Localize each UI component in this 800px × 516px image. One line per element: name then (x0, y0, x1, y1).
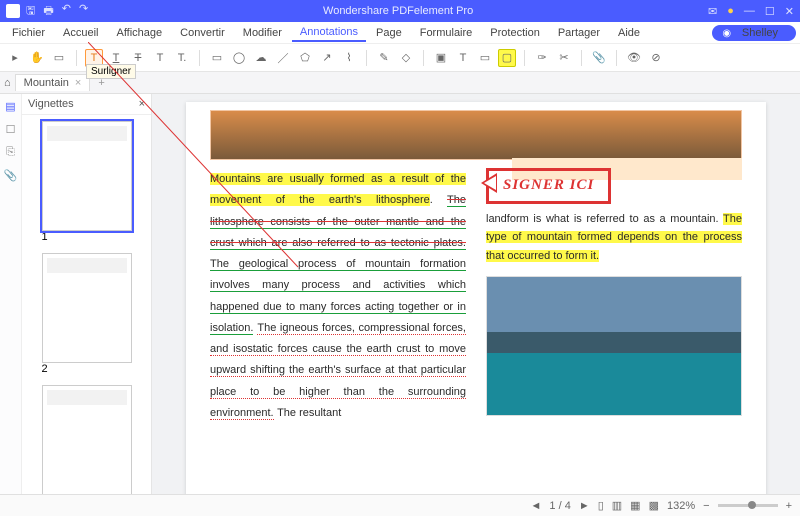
line-shape-icon[interactable]: ／ (274, 49, 292, 67)
menu-accueil[interactable]: Accueil (55, 25, 106, 41)
annotation-toolbar: ▸ ✋ ▭ T T T T T. ▭ ◯ ☁ ／ ⬠ ↗ ⌇ ✎ ◇ ▣ T ▭… (0, 44, 800, 72)
notify-icon[interactable]: ● (727, 5, 734, 18)
app-logo (6, 4, 20, 18)
text-column-left: Mountains are usually formed as a result… (210, 168, 466, 423)
show-comments-icon[interactable]: 👁 (625, 49, 643, 67)
mail-icon[interactable]: ✉ (708, 5, 717, 18)
menu-protection[interactable]: Protection (482, 25, 548, 41)
menu-formulaire[interactable]: Formulaire (412, 25, 481, 41)
text-column-right: SIGNER ICI landform is what is referred … (486, 168, 742, 423)
thumbnails-panel: Vignettes × 1 2 3 (22, 94, 152, 494)
menu-affichage[interactable]: Affichage (108, 25, 170, 41)
left-icon-strip: ▤ ☐ ⎘ 📎 (0, 94, 22, 494)
minimize-button[interactable]: — (744, 5, 755, 18)
document-tab[interactable]: Mountain × (15, 74, 91, 91)
menu-annotations[interactable]: Annotations (292, 24, 366, 42)
save-icon[interactable]: 🖫 (26, 2, 35, 21)
zoom-slider[interactable] (718, 504, 778, 507)
print-icon[interactable]: 🖶 (43, 2, 53, 21)
thumbnails-icon[interactable]: ▤ (5, 100, 15, 113)
menu-modifier[interactable]: Modifier (235, 25, 290, 41)
undo-icon[interactable]: ↶ (62, 2, 71, 21)
rect-shape-icon[interactable]: ▭ (208, 49, 226, 67)
zoom-in-icon[interactable]: + (786, 500, 792, 512)
document-canvas[interactable]: Mountains are usually formed as a result… (152, 94, 800, 494)
menu-partager[interactable]: Partager (550, 25, 608, 41)
callout-tool-icon[interactable]: ▭ (476, 49, 494, 67)
connected-line-icon[interactable]: ⌇ (340, 49, 358, 67)
cloud-shape-icon[interactable]: ☁ (252, 49, 270, 67)
zoom-out-icon[interactable]: − (703, 500, 709, 512)
page-thumbnail[interactable] (42, 121, 132, 231)
attachments-icon[interactable]: 📎 (4, 169, 18, 182)
eraser-tool-icon[interactable]: ◇ (397, 49, 415, 67)
home-tab-icon[interactable]: ⌂ (4, 77, 11, 89)
signature-tool-icon[interactable]: ✂ (555, 49, 573, 67)
view-facing-icon[interactable]: ▦ (630, 499, 640, 512)
hero-image (210, 110, 742, 160)
comments-icon[interactable]: ⎘ (6, 146, 15, 159)
squiggly-tool-icon[interactable]: T (151, 49, 169, 67)
sign-here-stamp: SIGNER ICI (486, 168, 611, 204)
caret-tool-icon[interactable]: T. (173, 49, 191, 67)
window-title: Wondershare PDFelement Pro (88, 5, 708, 17)
user-button[interactable]: ◉ Shelley (712, 25, 796, 41)
highlighted-text: Mountains are usually formed as a result… (210, 173, 466, 206)
attachment-tool-icon[interactable]: 📎 (590, 49, 608, 67)
arrow-shape-icon[interactable]: ↗ (318, 49, 336, 67)
hand-tool-icon[interactable]: ✋ (28, 49, 46, 67)
select-tool-icon[interactable]: ▸ (6, 49, 24, 67)
pdf-page: Mountains are usually formed as a result… (186, 102, 766, 494)
view-grid-icon[interactable]: ▩ (649, 499, 659, 512)
pencil-tool-icon[interactable]: ✎ (375, 49, 393, 67)
view-single-icon[interactable]: ▯ (598, 499, 604, 512)
menubar: Fichier Accueil Affichage Convertir Modi… (0, 22, 800, 44)
stamp-tool-icon[interactable]: ✑ (533, 49, 551, 67)
panel-close-icon[interactable]: × (139, 98, 145, 110)
close-tab-icon[interactable]: × (75, 77, 81, 89)
menu-fichier[interactable]: Fichier (4, 25, 53, 41)
note-tool-icon[interactable]: ▭ (50, 49, 68, 67)
menu-page[interactable]: Page (368, 25, 410, 41)
redo-icon[interactable]: ↷ (79, 2, 88, 21)
typewriter-tool-icon[interactable]: T (454, 49, 472, 67)
textbox-tool-icon[interactable]: ▣ (432, 49, 450, 67)
bookmarks-icon[interactable]: ☐ (6, 123, 16, 136)
maximize-button[interactable]: ☐ (765, 5, 775, 18)
page-indicator: 1 / 4 (549, 500, 570, 512)
mountain-photo (486, 276, 742, 416)
tool-tooltip: Surligner (86, 64, 136, 79)
close-button[interactable]: ✕ (785, 5, 794, 18)
panel-title: Vignettes (28, 98, 74, 110)
page-thumbnail[interactable] (42, 253, 132, 363)
zoom-level: 132% (667, 500, 695, 512)
polygon-shape-icon[interactable]: ⬠ (296, 49, 314, 67)
page-thumbnail[interactable] (42, 385, 132, 494)
squiggly-text: The igneous forces, compressional forces… (210, 322, 466, 420)
view-continuous-icon[interactable]: ▥ (612, 499, 622, 512)
menu-aide[interactable]: Aide (610, 25, 648, 41)
statusbar: ◄ 1 / 4 ► ▯ ▥ ▦ ▩ 132% − + (0, 494, 800, 516)
titlebar: 🖫 🖶 ↶ ↷ Wondershare PDFelement Pro ✉ ● —… (0, 0, 800, 22)
prev-page-icon[interactable]: ◄ (531, 500, 542, 512)
next-page-icon[interactable]: ► (579, 500, 590, 512)
area-highlight-icon[interactable]: ▢ (498, 49, 516, 67)
menu-convertir[interactable]: Convertir (172, 25, 233, 41)
oval-shape-icon[interactable]: ◯ (230, 49, 248, 67)
hide-comments-icon[interactable]: ⊘ (647, 49, 665, 67)
